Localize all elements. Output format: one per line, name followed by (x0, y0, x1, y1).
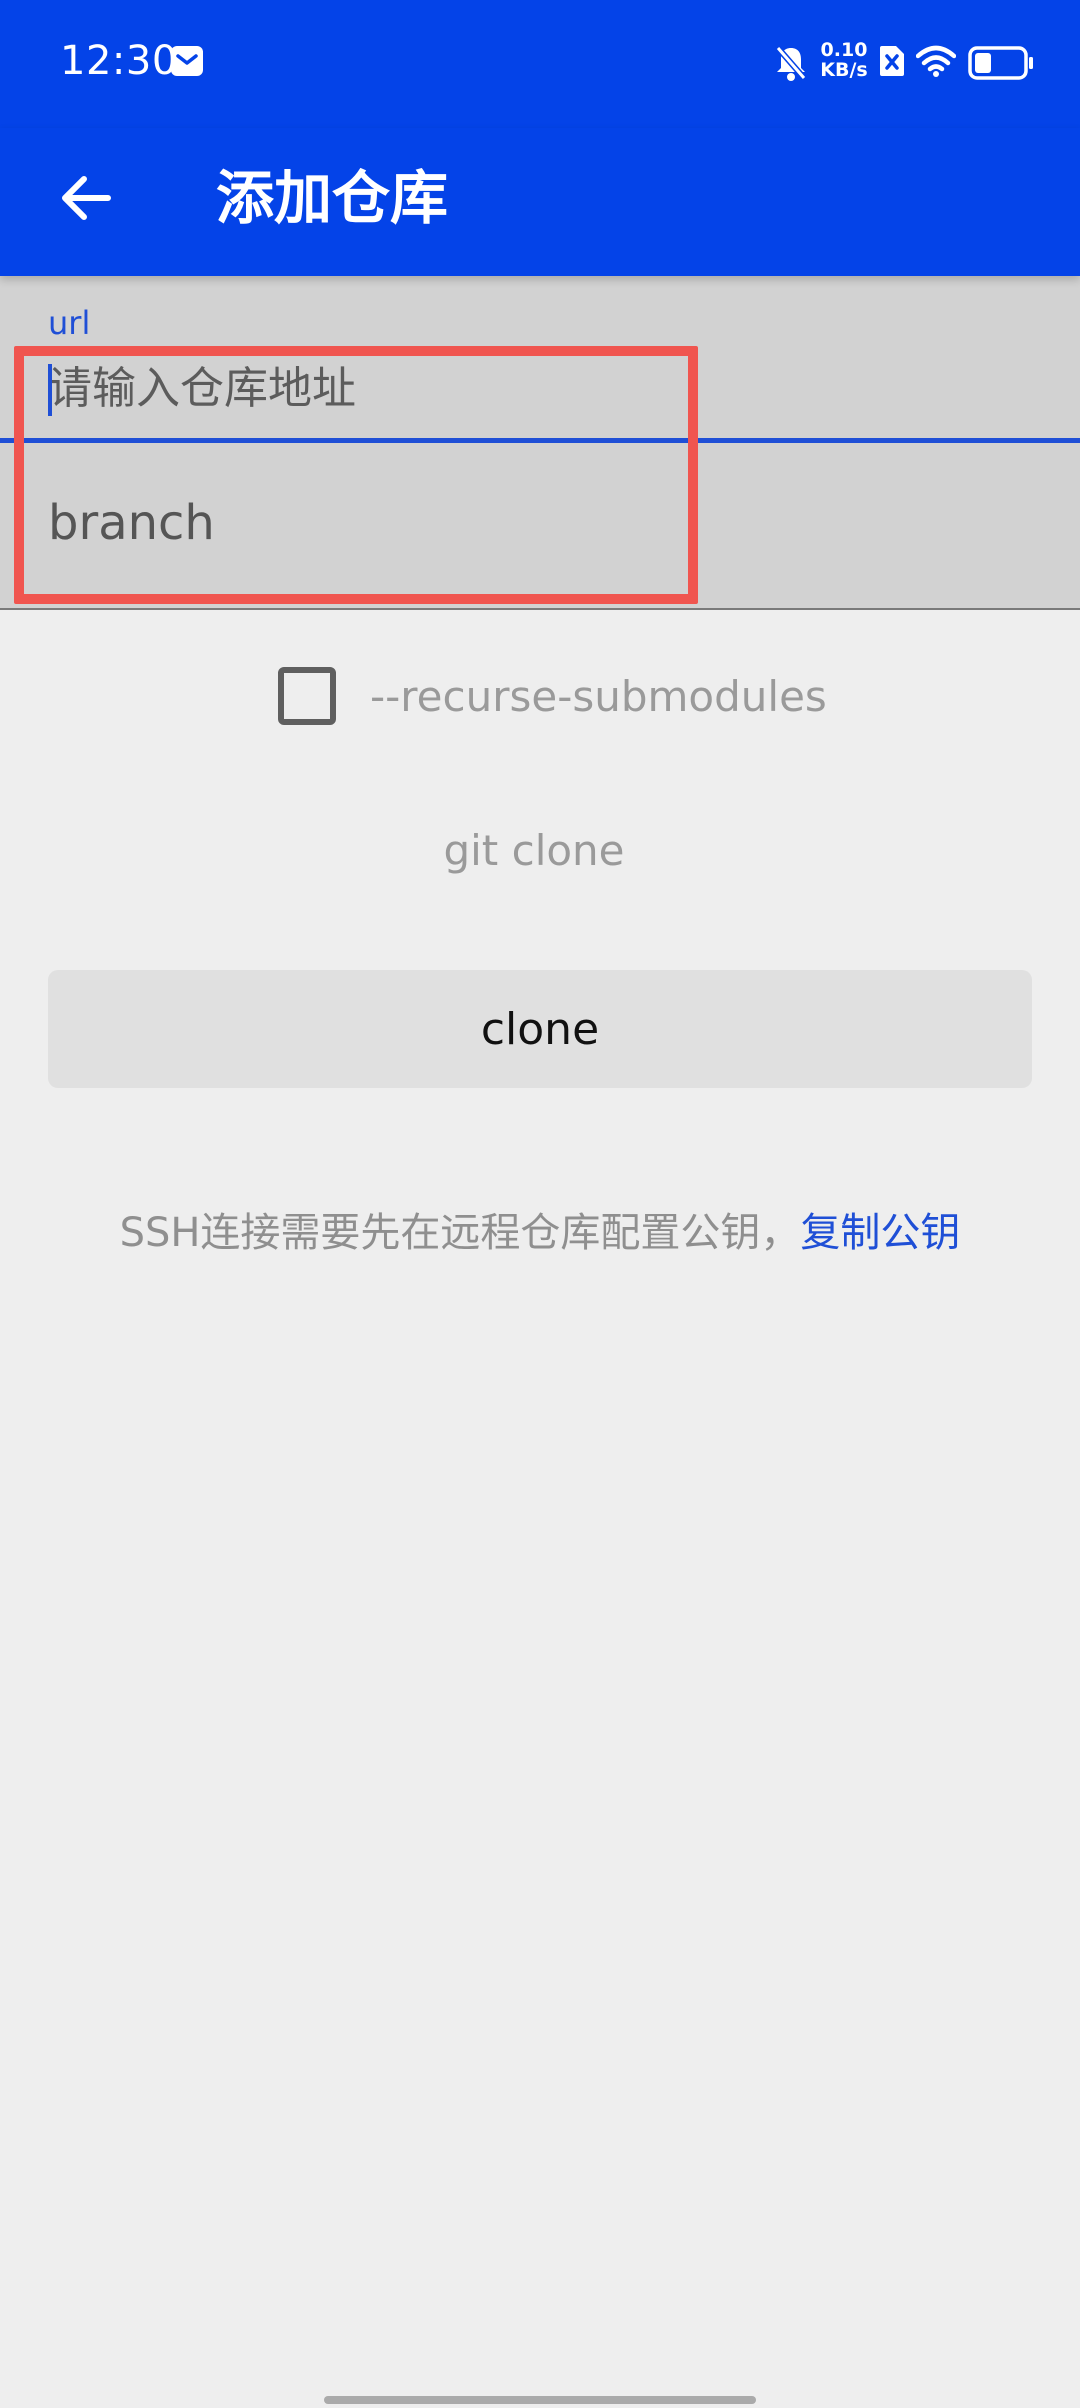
repository-form: url 请输入仓库地址 branch (0, 276, 1080, 610)
back-button[interactable] (46, 158, 126, 238)
copy-public-key-link[interactable]: 复制公钥 (800, 1210, 960, 1256)
branch-field[interactable]: branch (0, 443, 1080, 608)
url-field[interactable]: url 请输入仓库地址 (0, 276, 1080, 443)
recurse-submodules-checkbox[interactable] (278, 667, 336, 725)
text-cursor (48, 364, 52, 416)
recurse-submodules-option[interactable]: --recurse-submodules (278, 664, 827, 728)
battery-icon (968, 46, 1033, 80)
url-label: url (48, 304, 91, 342)
mail-icon (171, 46, 203, 76)
url-input[interactable]: 请输入仓库地址 (48, 354, 1028, 424)
ssh-note: SSH连接需要先在远程仓库配置公钥，复制公钥 (0, 1200, 1080, 1258)
wifi-icon (916, 45, 956, 77)
recurse-submodules-label: --recurse-submodules (370, 671, 827, 721)
page-title: 添加仓库 (216, 164, 449, 232)
arrow-left-icon (62, 176, 111, 220)
status-bar: 12:30 0.10 KB/s (0, 0, 1080, 128)
branch-input[interactable]: branch (48, 483, 1028, 563)
ssh-note-text: SSH连接需要先在远程仓库配置公钥， (119, 1210, 801, 1256)
network-speed-value: 0.10 (820, 39, 868, 61)
status-time: 12:30 (60, 38, 178, 84)
network-speed-unit: KB/s (820, 59, 868, 81)
network-speed: 0.10 KB/s (818, 40, 870, 80)
clone-button[interactable]: clone (48, 970, 1032, 1088)
home-indicator[interactable] (324, 2396, 756, 2404)
mute-bell-icon (775, 46, 807, 81)
app-bar: 添加仓库 (0, 128, 1080, 276)
sim-off-icon (880, 46, 904, 76)
command-preview: git clone (443, 826, 625, 875)
battery-level-fill (975, 53, 991, 73)
